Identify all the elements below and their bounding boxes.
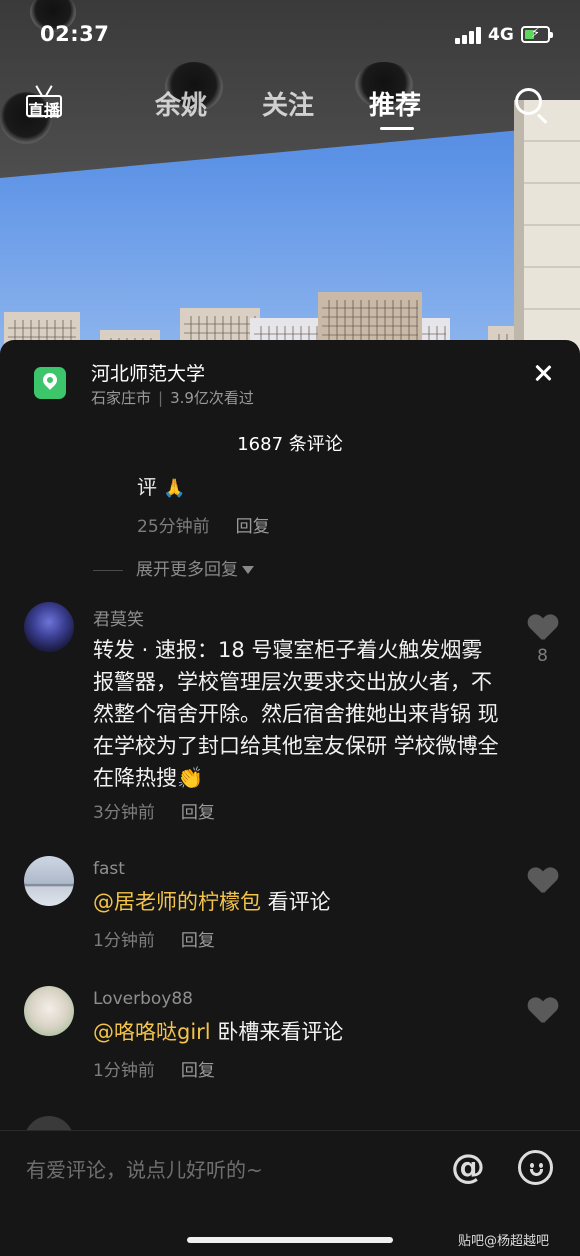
reply-button[interactable]: 回复 bbox=[181, 1061, 215, 1081]
at-mention-icon[interactable]: @ bbox=[451, 1147, 485, 1187]
comment-username[interactable]: 君莫笑 bbox=[93, 605, 144, 630]
divider bbox=[0, 1130, 580, 1131]
location-city: 石家庄市 bbox=[91, 389, 152, 407]
reply-button[interactable]: 回复 bbox=[181, 803, 215, 823]
comment-panel: 河北师范大学 石家庄市 | 3.9亿次看过 1687 条评论 评 🙏 25分钟前 回复 … bbox=[0, 340, 580, 1256]
live-label: 直播 bbox=[27, 101, 60, 120]
smile-icon[interactable] bbox=[518, 1150, 553, 1185]
comment-text-content: 看评论 bbox=[261, 890, 331, 914]
mention-link[interactable]: @居老师的柠檬包 bbox=[93, 890, 261, 914]
location-views: 3.9亿次看过 bbox=[170, 389, 254, 407]
comment-meta: 3分钟前 回复 bbox=[93, 798, 215, 823]
watermark: 贴吧@杨超越吧 bbox=[458, 1234, 550, 1249]
reply-text: 评 🙏 bbox=[137, 471, 185, 500]
comment-text: @咯咯哒girl 卧槽来看评论 bbox=[93, 1016, 503, 1048]
pray-emoji: 🙏 bbox=[163, 478, 186, 499]
comment-text: 转发 · 速报：18 号寝室柜子着火触发烟雾报警器，学校管理层次要求交出放火者，… bbox=[93, 634, 503, 794]
live-button[interactable]: 直播 bbox=[26, 83, 62, 123]
tab-yuyao[interactable]: 余姚 bbox=[155, 85, 207, 122]
battery-icon: ⚡ bbox=[521, 26, 553, 43]
top-nav: 直播 余姚 关注 推荐 bbox=[0, 75, 580, 135]
tab-recommended[interactable]: 推荐 bbox=[369, 85, 421, 122]
heart-icon[interactable] bbox=[528, 998, 557, 1024]
comment-time: 1分钟前 bbox=[93, 931, 155, 951]
comment-text-content: 卧槽来看评论 bbox=[210, 1020, 344, 1044]
active-tab-indicator bbox=[380, 127, 414, 130]
comment-time: 1分钟前 bbox=[93, 1061, 155, 1081]
heart-icon[interactable] bbox=[528, 868, 557, 894]
status-bar: 02:37 4G ⚡ bbox=[0, 0, 580, 70]
comment-username[interactable]: Loverboy88 bbox=[93, 989, 193, 1009]
status-time: 02:37 bbox=[40, 22, 110, 46]
caret-down-icon bbox=[242, 566, 254, 574]
heart-icon[interactable] bbox=[528, 615, 557, 641]
search-icon[interactable] bbox=[515, 88, 549, 125]
reply-time: 25分钟前 bbox=[137, 517, 210, 537]
comment-time: 3分钟前 bbox=[93, 803, 155, 823]
like-count: 8 bbox=[537, 646, 548, 666]
comment-username[interactable]: fast bbox=[93, 859, 125, 879]
location-title[interactable]: 河北师范大学 bbox=[91, 359, 205, 386]
comment-meta: 1分钟前 回复 bbox=[93, 926, 215, 951]
location-subtitle: 石家庄市 | 3.9亿次看过 bbox=[91, 389, 254, 407]
reply-button[interactable]: 回复 bbox=[236, 517, 270, 537]
comment-meta: 1分钟前 回复 bbox=[93, 1056, 215, 1081]
comment-input[interactable]: 有爱评论，说点儿好听的~ bbox=[26, 1154, 263, 1183]
reply-meta: 25分钟前 回复 bbox=[137, 512, 270, 537]
reply-button[interactable]: 回复 bbox=[181, 931, 215, 951]
home-indicator[interactable] bbox=[187, 1237, 393, 1243]
comment-count: 1687 条评论 bbox=[237, 434, 343, 455]
avatar[interactable] bbox=[24, 986, 74, 1036]
expand-more-label: 展开更多回复 bbox=[136, 560, 238, 580]
comment-input-bar: 有爱评论，说点儿好听的~ @ 贴吧@杨超越吧 bbox=[0, 1130, 580, 1256]
expand-more-replies[interactable]: 展开更多回复 bbox=[93, 555, 254, 580]
location-pin-icon bbox=[34, 367, 66, 399]
avatar[interactable] bbox=[24, 602, 74, 652]
avatar[interactable] bbox=[24, 856, 74, 906]
clap-emoji: 👏 bbox=[177, 766, 204, 790]
mention-link[interactable]: @咯咯哒girl bbox=[93, 1020, 211, 1044]
comment-text: @居老师的柠檬包 看评论 bbox=[93, 886, 503, 918]
signal-icon bbox=[455, 27, 482, 44]
close-icon[interactable] bbox=[530, 360, 556, 386]
tab-following[interactable]: 关注 bbox=[262, 85, 314, 122]
video-building-wall bbox=[514, 100, 580, 360]
network-type: 4G bbox=[488, 25, 514, 45]
reply-text-content: 评 bbox=[137, 475, 157, 499]
comment-text-content: 转发 · 速报：18 号寝室柜子着火触发烟雾报警器，学校管理层次要求交出放火者，… bbox=[93, 638, 499, 790]
